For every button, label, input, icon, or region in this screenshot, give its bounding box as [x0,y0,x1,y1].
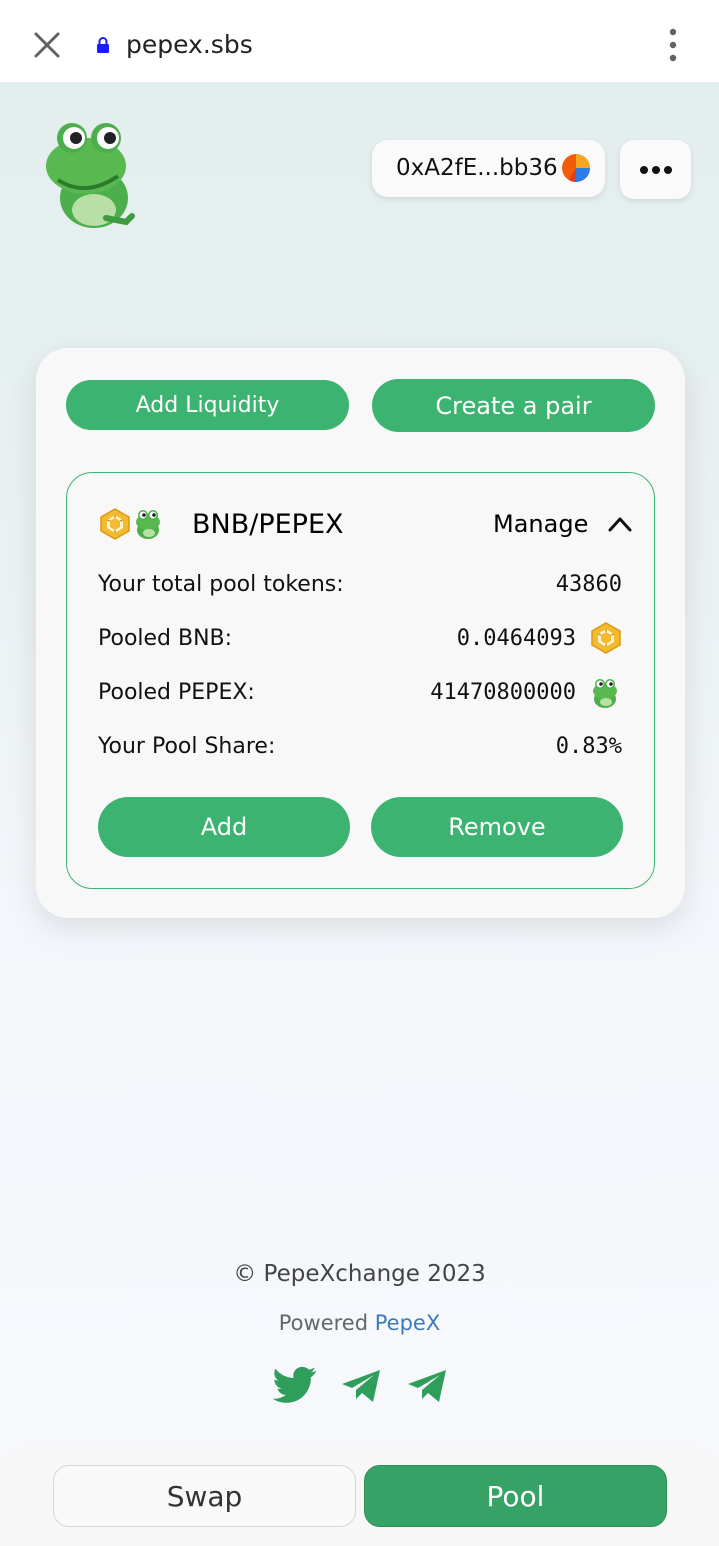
total-pool-tokens-label: Your total pool tokens: [98,572,344,597]
wallet-address-button[interactable]: 0xA2fE...bb36 [372,140,605,197]
pool-share-value: 0.83% [555,734,622,759]
pepex-link[interactable]: PepeX [375,1311,440,1335]
powered-by: Powered PepeX [0,1311,719,1335]
close-icon[interactable] [33,31,61,59]
total-pool-tokens-value: 43860 [555,572,622,597]
more-horizontal-icon [640,166,672,174]
powered-prefix: Powered [278,1311,369,1335]
wallet-address: 0xA2fE...bb36 [396,155,558,181]
add-liquidity-button[interactable]: Add Liquidity [66,380,349,430]
pooled-pepex-value: 41470800000 [430,680,576,705]
wallet-avatar-icon [562,154,590,182]
chevron-up-icon[interactable] [608,516,632,532]
create-pair-button[interactable]: Create a pair [372,379,655,432]
pooled-bnb-label: Pooled BNB: [98,626,233,651]
telegram-icon[interactable] [340,1368,382,1404]
url-text[interactable]: pepex.sbs [126,30,253,59]
twitter-icon[interactable] [272,1366,318,1406]
pooled-bnb-value: 0.0464093 [456,626,576,651]
pair-name: BNB/PEPEX [192,509,344,540]
browser-bar: pepex.sbs [0,0,719,82]
manage-toggle[interactable]: Manage [493,510,588,538]
more-vertical-icon[interactable] [664,28,682,62]
pepe-frog-icon [136,510,160,539]
lock-icon [97,37,109,53]
copyright-text: © PepeXchange 2023 [233,1261,486,1287]
more-options-button[interactable] [620,140,691,199]
bnb-icon [591,622,621,654]
add-button[interactable]: Add [98,797,350,857]
remove-button[interactable]: Remove [371,797,623,857]
telegram-icon[interactable] [406,1368,448,1404]
nav-swap-button[interactable]: Swap [53,1465,356,1527]
pooled-pepex-label: Pooled PEPEX: [98,680,255,705]
nav-pool-button[interactable]: Pool [364,1465,667,1527]
pepe-logo-icon[interactable] [36,118,138,230]
bnb-icon [100,508,130,540]
pepe-frog-icon [593,679,617,708]
pool-share-label: Your Pool Share: [98,734,276,759]
